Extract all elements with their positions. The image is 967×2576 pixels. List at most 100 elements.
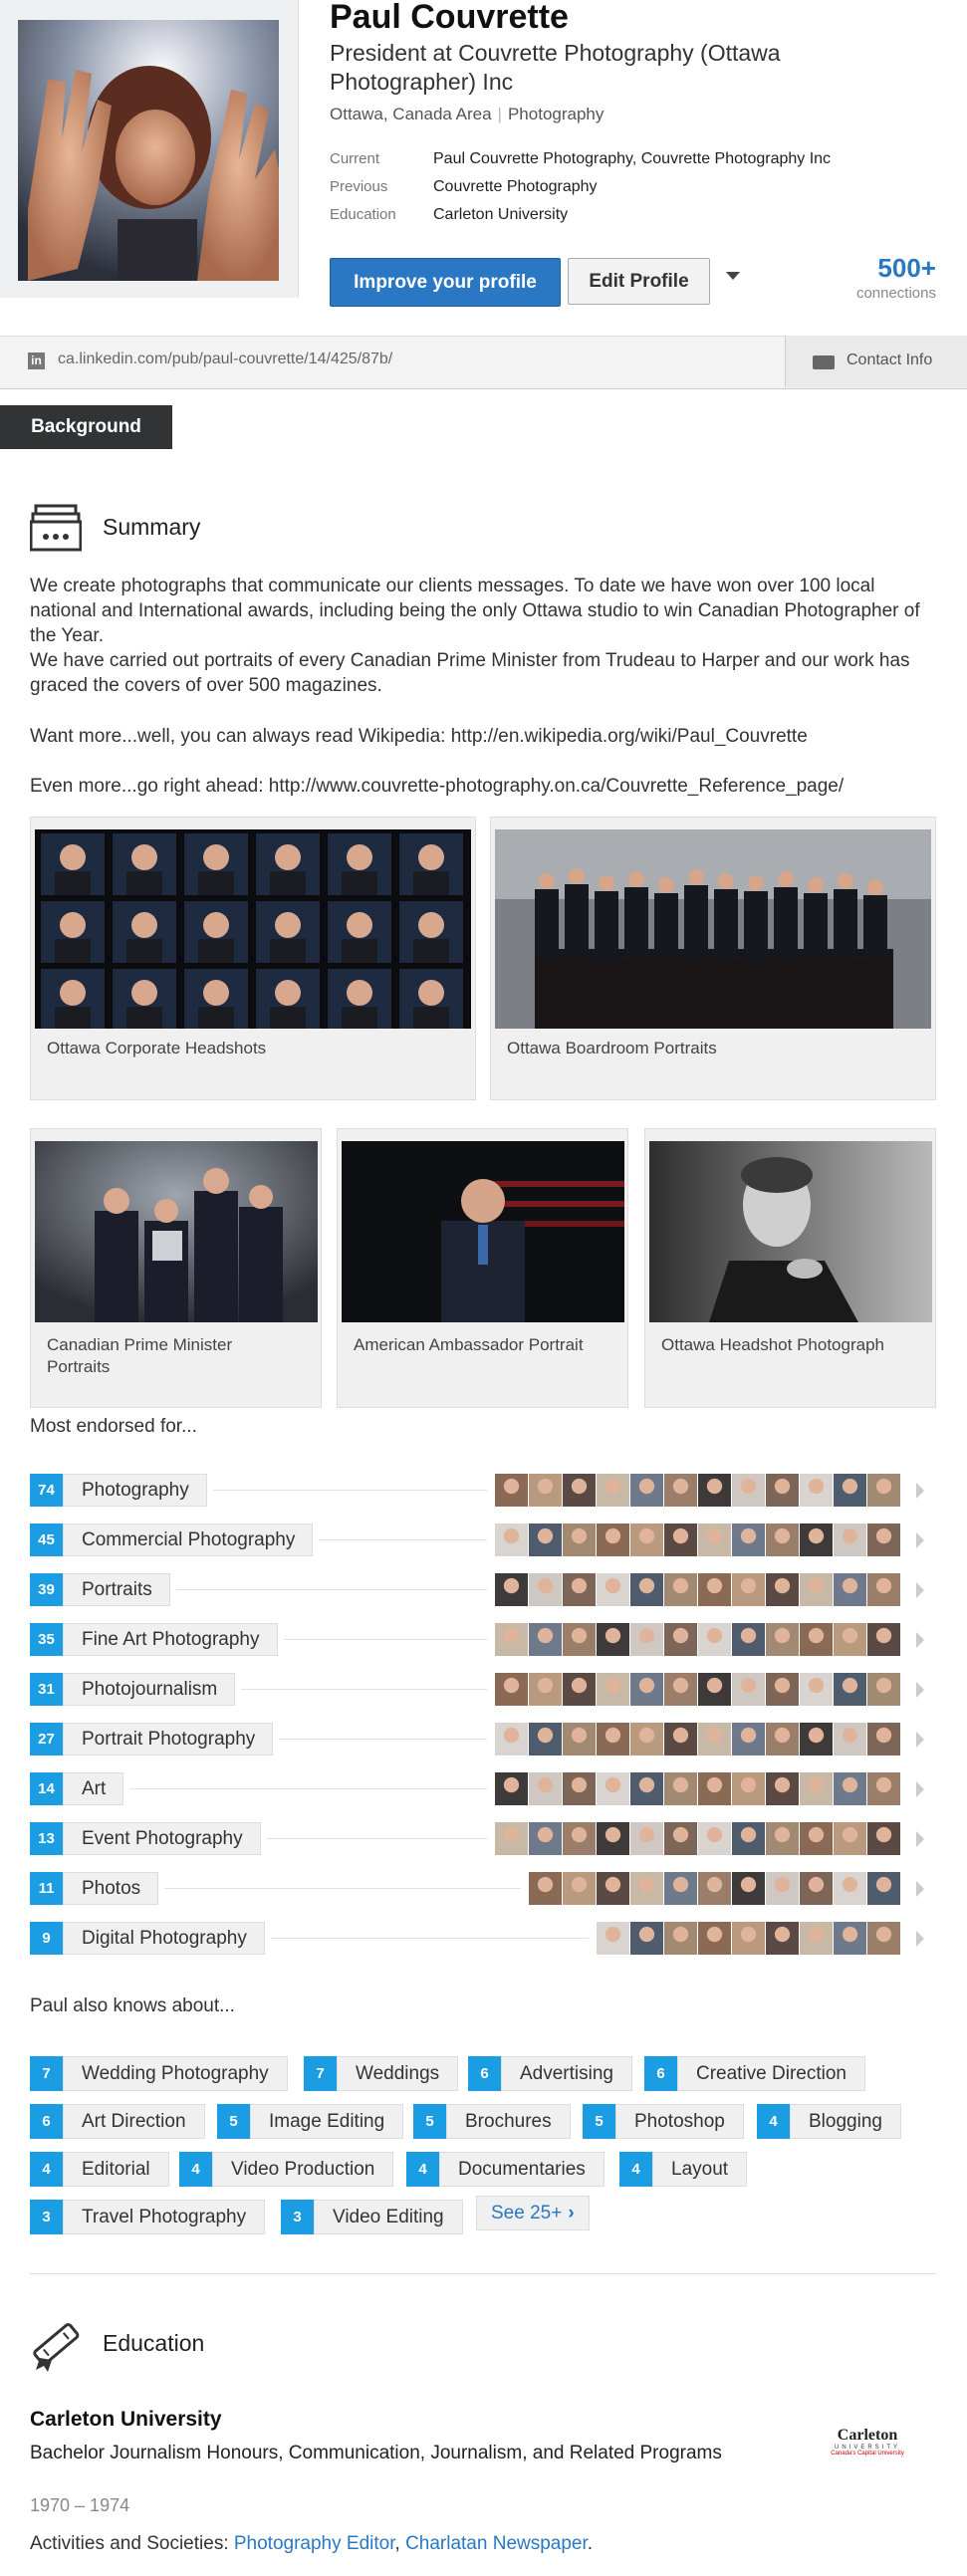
avatar[interactable] xyxy=(529,1872,562,1905)
avatar[interactable] xyxy=(630,1673,663,1706)
chip-count[interactable]: 6 xyxy=(644,2056,677,2091)
avatar[interactable] xyxy=(800,1573,833,1606)
avatar[interactable] xyxy=(867,1474,900,1507)
avatar[interactable] xyxy=(563,1673,596,1706)
skill-name[interactable]: Photojournalism xyxy=(63,1673,236,1706)
avatar[interactable] xyxy=(529,1573,562,1606)
avatar[interactable] xyxy=(529,1474,562,1507)
chip-count[interactable]: 4 xyxy=(179,2152,212,2187)
avatar[interactable] xyxy=(597,1673,629,1706)
chevron-right-icon[interactable] xyxy=(916,1632,924,1648)
avatar[interactable] xyxy=(630,1822,663,1855)
avatar[interactable] xyxy=(800,1822,833,1855)
avatar[interactable] xyxy=(834,1872,866,1905)
avatar[interactable] xyxy=(495,1573,528,1606)
avatar[interactable] xyxy=(732,1872,765,1905)
avatar[interactable] xyxy=(800,1673,833,1706)
avatar[interactable] xyxy=(867,1723,900,1756)
avatar[interactable] xyxy=(766,1573,799,1606)
avatar[interactable] xyxy=(495,1474,528,1507)
skill-name[interactable]: Event Photography xyxy=(63,1822,261,1855)
avatar[interactable] xyxy=(732,1474,765,1507)
endorser-avatars[interactable] xyxy=(529,1872,900,1905)
chevron-right-icon[interactable] xyxy=(916,1781,924,1797)
endorser-avatars[interactable] xyxy=(495,1523,900,1556)
media-caption[interactable]: American Ambassador Portrait xyxy=(354,1334,603,1356)
endorsement-count[interactable]: 14 xyxy=(30,1772,63,1805)
avatar[interactable] xyxy=(867,1922,900,1955)
chip-label[interactable]: Video Production xyxy=(212,2152,394,2187)
avatar[interactable] xyxy=(867,1523,900,1556)
avatar[interactable] xyxy=(698,1872,731,1905)
media-item-prime-minister[interactable]: Canadian Prime Minister Portraits xyxy=(30,1128,322,1408)
avatar[interactable] xyxy=(800,1623,833,1656)
contact-info-label[interactable]: Contact Info xyxy=(846,351,932,369)
avatar[interactable] xyxy=(630,1772,663,1805)
avatar[interactable] xyxy=(732,1573,765,1606)
avatar[interactable] xyxy=(732,1623,765,1656)
improve-profile-button[interactable]: Improve your profile xyxy=(330,258,561,307)
avatar[interactable] xyxy=(597,1772,629,1805)
chip-count[interactable]: 6 xyxy=(468,2056,501,2091)
avatar[interactable] xyxy=(698,1573,731,1606)
endorsement-count[interactable]: 13 xyxy=(30,1822,63,1855)
meta-value[interactable]: Couvrette Photography xyxy=(433,178,598,195)
tab-background[interactable]: Background xyxy=(0,405,172,449)
media-item-corporate-headshots[interactable]: Ottawa Corporate Headshots xyxy=(30,817,476,1100)
avatar[interactable] xyxy=(664,1474,697,1507)
avatar[interactable] xyxy=(597,1474,629,1507)
chevron-down-icon[interactable] xyxy=(726,272,740,280)
chip-label[interactable]: Brochures xyxy=(446,2104,571,2139)
chip-label[interactable]: Wedding Photography xyxy=(63,2056,288,2091)
avatar[interactable] xyxy=(698,1673,731,1706)
avatar[interactable] xyxy=(597,1523,629,1556)
avatar[interactable] xyxy=(563,1723,596,1756)
activity-link[interactable]: Photography Editor xyxy=(234,2533,395,2554)
avatar[interactable] xyxy=(834,1723,866,1756)
avatar[interactable] xyxy=(698,1474,731,1507)
chip-count[interactable]: 4 xyxy=(757,2104,790,2139)
avatar[interactable] xyxy=(834,1523,866,1556)
avatar[interactable] xyxy=(867,1772,900,1805)
carleton-logo[interactable]: Carleton UNIVERSITY Canada's Capital Uni… xyxy=(815,2427,920,2472)
media-caption[interactable]: Ottawa Corporate Headshots xyxy=(47,1038,455,1059)
avatar[interactable] xyxy=(800,1474,833,1507)
avatar[interactable] xyxy=(664,1922,697,1955)
endorsement-count[interactable]: 11 xyxy=(30,1872,63,1905)
avatar[interactable] xyxy=(664,1772,697,1805)
skill-name[interactable]: Digital Photography xyxy=(63,1922,265,1955)
chip-count[interactable]: 4 xyxy=(619,2152,652,2187)
chip-label[interactable]: Layout xyxy=(652,2152,748,2187)
skill-name[interactable]: Art xyxy=(63,1772,124,1805)
avatar[interactable] xyxy=(834,1474,866,1507)
avatar[interactable] xyxy=(698,1723,731,1756)
endorser-avatars[interactable] xyxy=(495,1772,900,1805)
avatar[interactable] xyxy=(867,1573,900,1606)
endorser-avatars[interactable] xyxy=(597,1922,900,1955)
avatar[interactable] xyxy=(834,1573,866,1606)
avatar[interactable] xyxy=(766,1623,799,1656)
avatar[interactable] xyxy=(698,1623,731,1656)
avatar[interactable] xyxy=(664,1523,697,1556)
avatar[interactable] xyxy=(766,1922,799,1955)
avatar[interactable] xyxy=(698,1772,731,1805)
chevron-right-icon[interactable] xyxy=(916,1532,924,1548)
chip-label[interactable]: Art Direction xyxy=(63,2104,205,2139)
endorser-avatars[interactable] xyxy=(495,1822,900,1855)
endorsement-count[interactable]: 9 xyxy=(30,1922,63,1955)
chip-count[interactable]: 4 xyxy=(406,2152,439,2187)
avatar[interactable] xyxy=(766,1523,799,1556)
avatar[interactable] xyxy=(630,1573,663,1606)
chevron-right-icon[interactable] xyxy=(916,1682,924,1698)
avatar[interactable] xyxy=(630,1872,663,1905)
avatar[interactable] xyxy=(529,1623,562,1656)
chip-label[interactable]: Image Editing xyxy=(250,2104,404,2139)
avatar[interactable] xyxy=(766,1723,799,1756)
public-profile-url[interactable]: ca.linkedin.com/pub/paul-couvrette/14/42… xyxy=(58,351,392,368)
avatar[interactable] xyxy=(834,1623,866,1656)
avatar[interactable] xyxy=(597,1822,629,1855)
skill-name[interactable]: Portrait Photography xyxy=(63,1723,274,1756)
chevron-right-icon[interactable] xyxy=(916,1483,924,1499)
avatar[interactable] xyxy=(664,1723,697,1756)
endorser-avatars[interactable] xyxy=(495,1474,900,1507)
